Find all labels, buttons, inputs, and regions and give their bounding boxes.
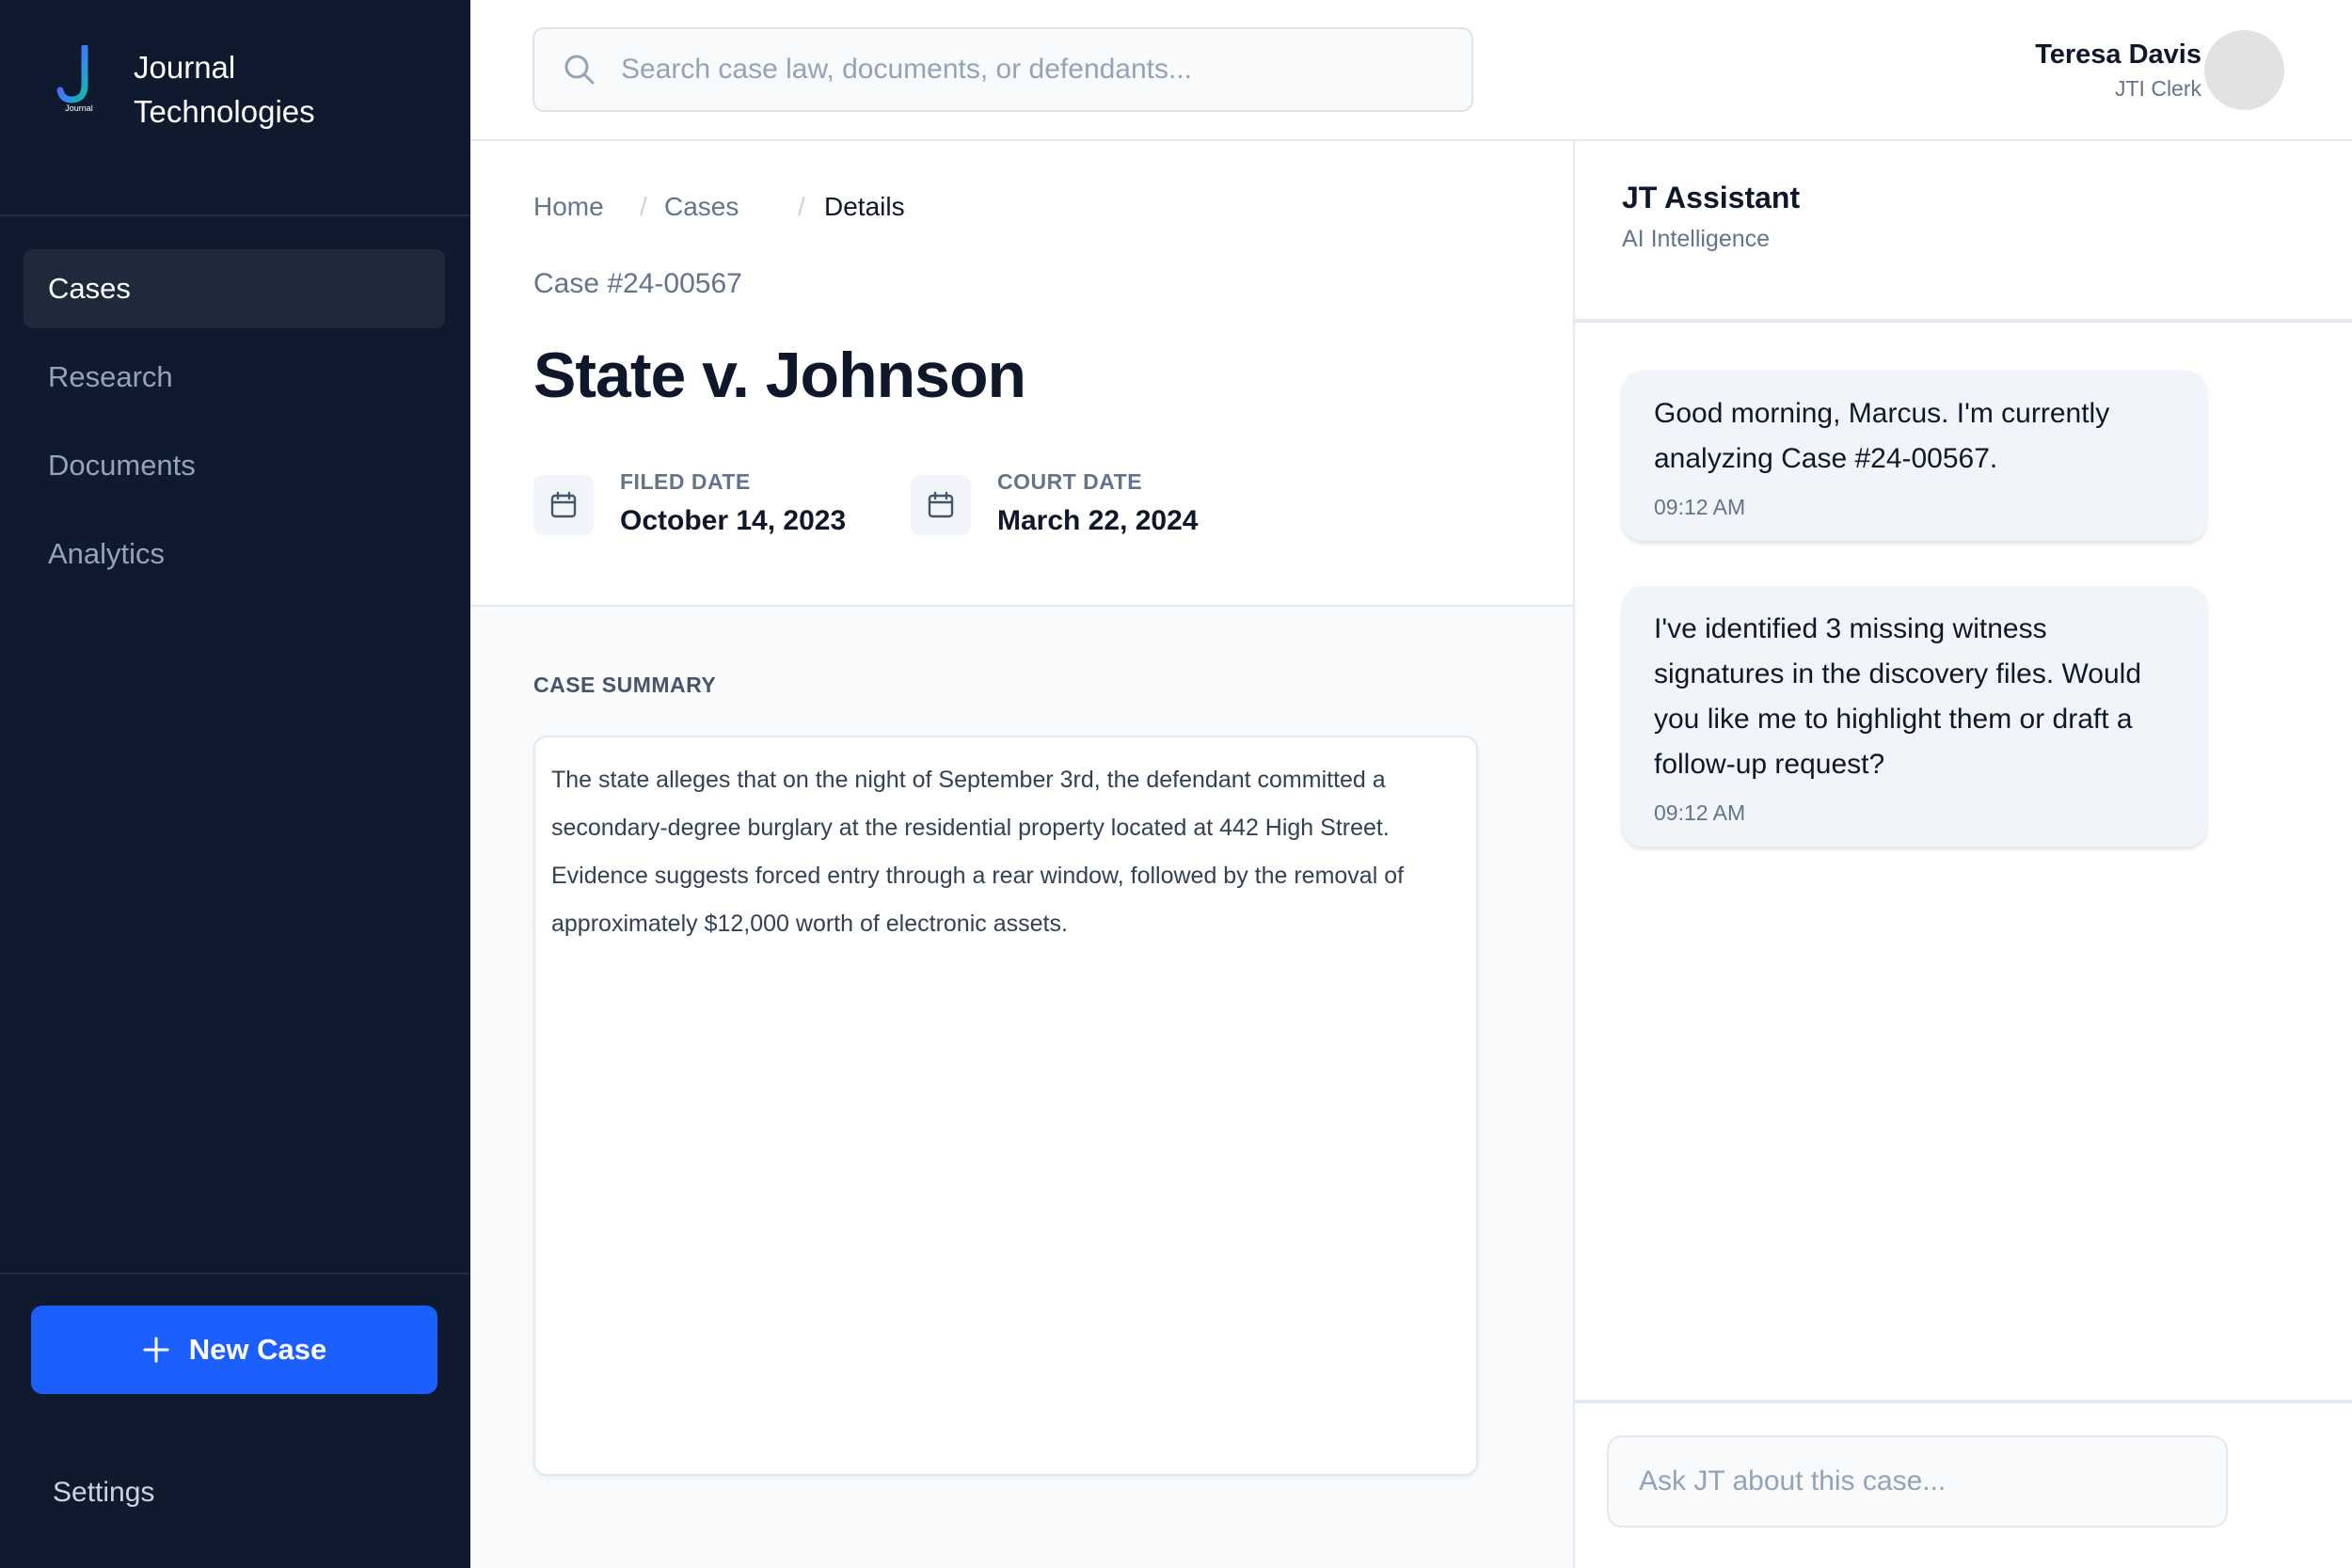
top-header: Teresa Davis JTI Clerk (470, 0, 2352, 141)
message-text: I've identified 3 missing witness signat… (1654, 613, 2142, 780)
court-date-label: COURT DATE (997, 469, 1143, 494)
breadcrumb-separator: / (640, 192, 647, 221)
sidebar: Journal Journal Technologies Cases Resea… (0, 0, 470, 1568)
breadcrumb-home[interactable]: Home (533, 192, 604, 222)
court-date-value: March 22, 2024 (997, 505, 1199, 536)
message-text: Good morning, Marcus. I'm currently anal… (1654, 398, 2110, 474)
search-bar[interactable] (532, 27, 1473, 112)
ask-assistant-input[interactable] (1607, 1435, 2228, 1528)
summary-heading: CASE SUMMARY (533, 673, 717, 697)
breadcrumb-cases[interactable]: Cases (664, 192, 739, 222)
case-number: Case #24-00567 (533, 268, 742, 299)
new-case-label: New Case (188, 1333, 327, 1366)
user-info[interactable]: Teresa Davis JTI Clerk (2035, 38, 2201, 105)
sidebar-item-label: Analytics (48, 537, 166, 570)
sidebar-divider (0, 214, 470, 216)
page-title: State v. Johnson (533, 340, 1026, 411)
filed-date-value: October 14, 2023 (620, 505, 847, 536)
sidebar-item-documents[interactable]: Documents (24, 426, 445, 505)
filed-date-label: FILED DATE (620, 469, 751, 494)
message-time: 09:12 AM (1654, 800, 1746, 825)
breadcrumb-current: Details (824, 192, 905, 221)
new-case-button[interactable]: New Case (31, 1306, 437, 1394)
assistant-message: Good morning, Marcus. I'm currently anal… (1622, 371, 2207, 541)
sidebar-divider (0, 1273, 470, 1275)
assistant-message: I've identified 3 missing witness signat… (1622, 586, 2207, 847)
assistant-panel: JT Assistant AI Intelligence Good mornin… (1573, 141, 2352, 1568)
assistant-subtitle: AI Intelligence (1622, 226, 1771, 252)
case-header: Home / Cases / Details Case #24-00567 St… (470, 141, 1573, 605)
assistant-header: JT Assistant AI Intelligence (1575, 141, 2352, 323)
user-role: JTI Clerk (2115, 76, 2201, 101)
user-name: Teresa Davis (2035, 40, 2201, 70)
breadcrumb-separator: / (798, 192, 805, 221)
sidebar-item-label: Research (48, 360, 173, 393)
journal-logo: Journal (56, 45, 93, 113)
search-icon (564, 55, 595, 85)
sidebar-item-label: Documents (48, 449, 196, 482)
calendar-icon (911, 475, 971, 535)
assistant-title: JT Assistant (1622, 181, 1801, 214)
plus-icon (143, 1337, 169, 1363)
sidebar-item-analytics[interactable]: Analytics (24, 515, 445, 594)
calendar-icon (533, 475, 594, 535)
sidebar-item-research[interactable]: Research (24, 338, 445, 417)
assistant-input-area (1575, 1400, 2352, 1568)
avatar[interactable] (2204, 30, 2284, 110)
brand[interactable]: Journal Journal Technologies (56, 45, 315, 130)
case-summary-text[interactable]: The state alleges that on the night of S… (533, 736, 1478, 1476)
case-summary-section: CASE SUMMARY The state alleges that on t… (470, 605, 1573, 1568)
brand-name: Journal Technologies (134, 50, 315, 129)
sidebar-item-cases[interactable]: Cases (24, 249, 445, 328)
message-time: 09:12 AM (1654, 495, 1746, 519)
settings-link[interactable]: Settings (53, 1477, 154, 1509)
logo-wordmark: Journal (65, 103, 93, 113)
sidebar-item-label: Cases (48, 272, 131, 305)
search-input[interactable] (619, 53, 1447, 87)
